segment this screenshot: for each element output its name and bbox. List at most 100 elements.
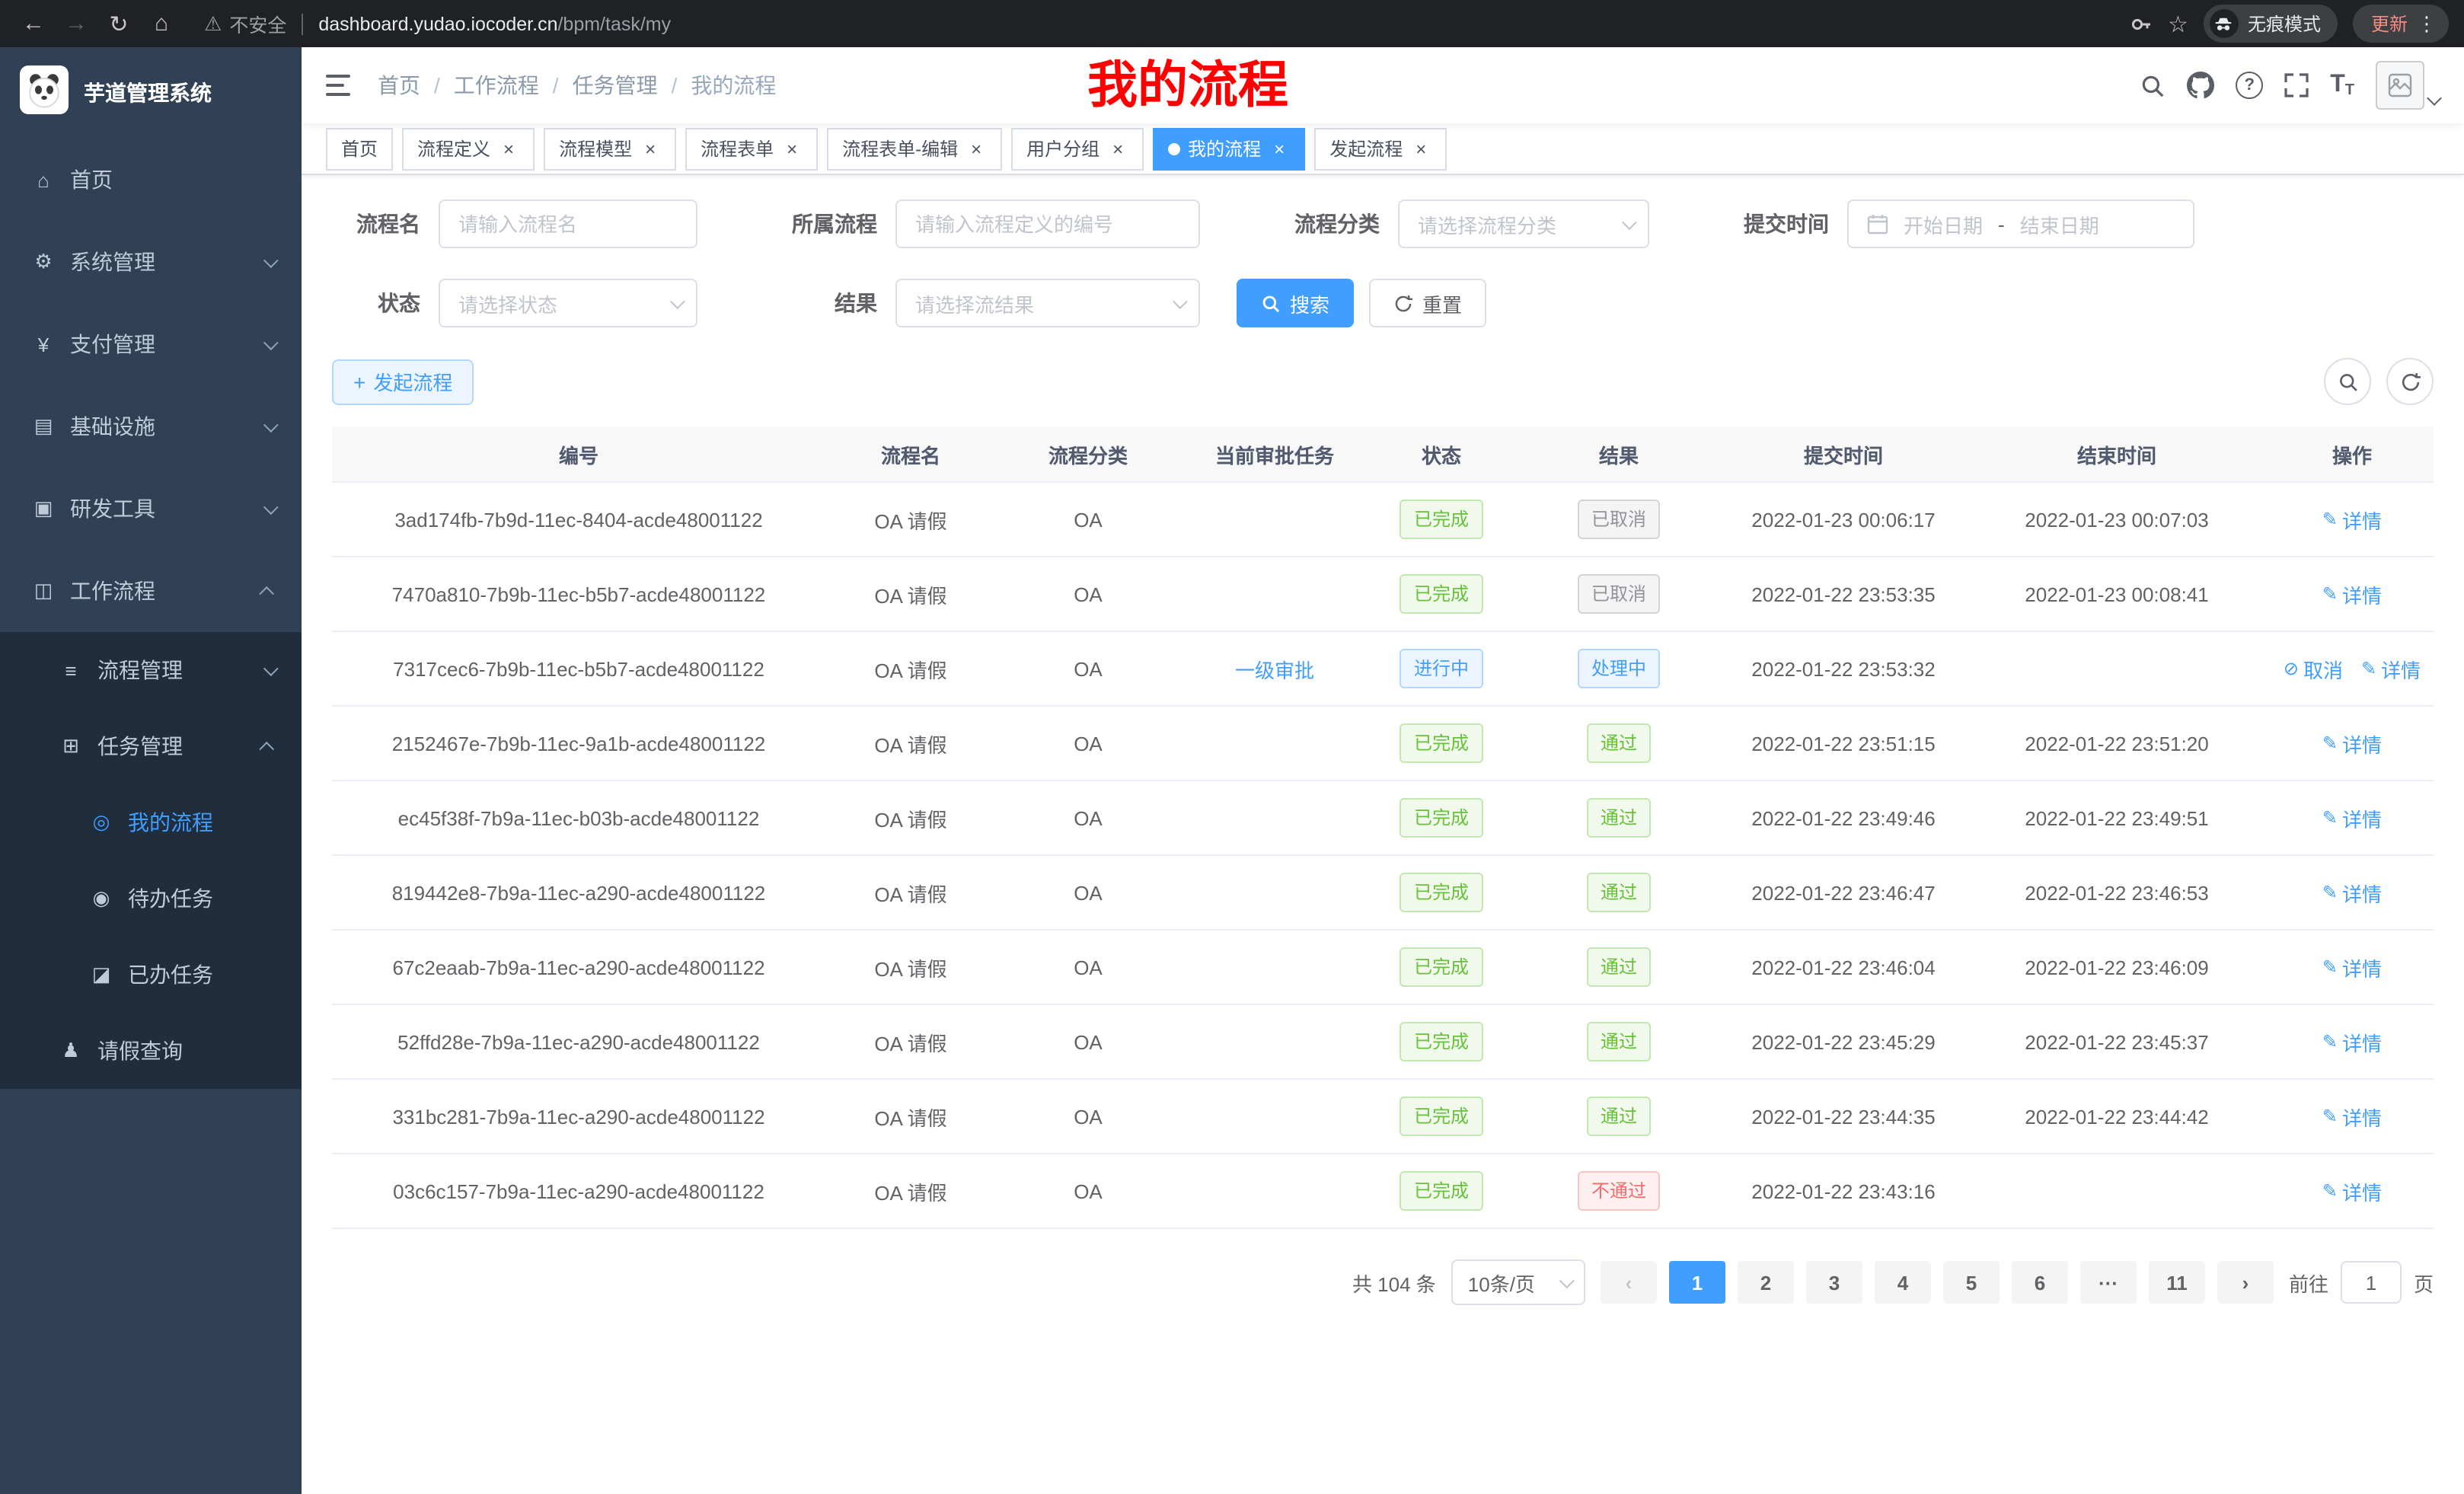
- sidebar-item-done-tasks[interactable]: ◪已办任务: [0, 937, 302, 1013]
- tab-close-icon[interactable]: ×: [1410, 138, 1431, 159]
- tab-process-form[interactable]: 流程表单 ×: [685, 127, 818, 170]
- sidebar-item-infrastructure[interactable]: ▤基础设施: [0, 385, 302, 468]
- page-button-6[interactable]: 6: [2012, 1261, 2068, 1304]
- process-category-cell: OA: [996, 930, 1180, 1004]
- tab-close-icon[interactable]: ×: [965, 138, 987, 159]
- page-button-4[interactable]: 4: [1875, 1261, 1931, 1304]
- help-icon[interactable]: ?: [2236, 72, 2263, 99]
- tab-process-form-edit[interactable]: 流程表单-编辑×: [827, 127, 1002, 170]
- end-time-cell: 2022-01-23 00:08:41: [1963, 557, 2271, 631]
- detail-link[interactable]: ✎详情: [2322, 505, 2382, 534]
- sidebar-item-workflow[interactable]: ◫工作流程: [0, 550, 302, 632]
- github-icon[interactable]: [2187, 72, 2214, 99]
- tab-start-process[interactable]: 发起流程×: [1314, 127, 1447, 170]
- page-button-2[interactable]: 2: [1738, 1261, 1794, 1304]
- reset-button[interactable]: 重置: [1369, 279, 1486, 327]
- current-task-link[interactable]: 一级审批: [1235, 654, 1314, 683]
- sidebar-item-my-process[interactable]: ◎我的流程: [0, 784, 302, 860]
- security-label[interactable]: 不安全: [229, 9, 286, 38]
- bookmark-star-icon[interactable]: ☆: [2168, 10, 2188, 37]
- detail-link[interactable]: ✎详情: [2322, 878, 2382, 907]
- kebab-menu-icon[interactable]: ⋮: [2417, 14, 2437, 34]
- breadcrumb-item[interactable]: 任务管理: [573, 70, 658, 101]
- tab-home[interactable]: 首页: [326, 127, 393, 170]
- url-path[interactable]: /bpm/task/my: [557, 13, 671, 34]
- tab-close-icon[interactable]: ×: [1107, 138, 1128, 159]
- search-icon[interactable]: [2140, 72, 2166, 98]
- prev-page-button[interactable]: ‹: [1601, 1261, 1657, 1304]
- sidebar-item-process-mgmt[interactable]: ≡流程管理: [0, 632, 302, 708]
- detail-link[interactable]: ✎详情: [2361, 654, 2421, 683]
- sidebar-item-task-mgmt[interactable]: ⊞任务管理: [0, 708, 302, 784]
- search-button[interactable]: 搜索: [1237, 279, 1354, 327]
- tab-close-icon[interactable]: ×: [498, 138, 519, 159]
- page-button-11[interactable]: 11: [2149, 1261, 2205, 1304]
- refresh-icon[interactable]: [2386, 358, 2434, 405]
- user-avatar[interactable]: [2376, 61, 2440, 110]
- sidebar-item-leave-query[interactable]: ♟请假查询: [0, 1013, 302, 1089]
- process-name-input[interactable]: [439, 200, 697, 248]
- column-header: 结束时间: [1963, 426, 2271, 482]
- more-pages-button[interactable]: ···: [2080, 1261, 2137, 1304]
- active-tab-dot: [1168, 142, 1180, 155]
- status-select[interactable]: 请选择状态: [439, 279, 697, 327]
- category-select[interactable]: 请选择流程分类: [1398, 200, 1649, 248]
- sidebar-item-todo-tasks[interactable]: ◉待办任务: [0, 860, 302, 937]
- page-size-select[interactable]: 10条/页: [1451, 1259, 1585, 1305]
- sidebar-item-system-mgmt[interactable]: ⚙系统管理: [0, 221, 302, 303]
- fullscreen-icon[interactable]: [2284, 73, 2309, 97]
- tab-close-icon[interactable]: ×: [781, 138, 803, 159]
- detail-link[interactable]: ✎详情: [2322, 729, 2382, 758]
- next-page-button[interactable]: ›: [2217, 1261, 2274, 1304]
- page-button-1[interactable]: 1: [1669, 1261, 1725, 1304]
- goto-page-input[interactable]: [2341, 1261, 2402, 1304]
- submit-time-range[interactable]: 开始日期 - 结束日期: [1847, 200, 2194, 248]
- tab-close-icon[interactable]: ×: [1269, 138, 1290, 159]
- key-icon[interactable]: [2128, 11, 2153, 36]
- detail-link[interactable]: ✎详情: [2322, 1176, 2382, 1205]
- hamburger-icon[interactable]: [326, 73, 353, 97]
- detail-link[interactable]: ✎详情: [2322, 1102, 2382, 1131]
- tab-process-definition[interactable]: 流程定义×: [402, 127, 535, 170]
- filter-category: 流程分类 请选择流程分类: [1261, 200, 1649, 248]
- detail-link[interactable]: ✎详情: [2322, 953, 2382, 982]
- tab-process-model[interactable]: 流程模型×: [544, 127, 676, 170]
- url-host[interactable]: dashboard.yudao.iocoder.cn: [318, 13, 557, 34]
- browser-home-icon[interactable]: ⌂: [143, 5, 180, 42]
- font-size-icon[interactable]: TT: [2330, 72, 2354, 99]
- sidebar-item-home[interactable]: ⌂首页: [0, 139, 302, 221]
- browser-menu-button[interactable]: 更新 ⋮: [2353, 5, 2449, 43]
- breadcrumb-item[interactable]: 首页: [378, 70, 420, 101]
- detail-link[interactable]: ✎详情: [2322, 803, 2382, 832]
- address-bar[interactable]: ⚠ 不安全 dashboard.yudao.iocoder.cn/bpm/tas…: [204, 9, 671, 38]
- page-button-3[interactable]: 3: [1806, 1261, 1862, 1304]
- actions-cell: ✎详情: [2271, 1079, 2434, 1154]
- reload-icon[interactable]: ↻: [101, 5, 137, 42]
- cancel-link[interactable]: ⊘取消: [2284, 654, 2343, 683]
- detail-link[interactable]: ✎详情: [2322, 1027, 2382, 1056]
- process-id-cell: 67c2eaab-7b9a-11ec-a290-acde48001122: [332, 930, 825, 1004]
- page-button-5[interactable]: 5: [1943, 1261, 2000, 1304]
- update-label[interactable]: 更新: [2371, 11, 2408, 37]
- app-logo[interactable]: 芋道管理系统: [0, 47, 302, 139]
- tab-user-group[interactable]: 用户分组×: [1011, 127, 1144, 170]
- tab-label: 流程表单: [701, 136, 774, 161]
- process-definition-input[interactable]: [895, 200, 1200, 248]
- process-name-label: 流程名: [332, 209, 439, 239]
- process-id-cell: 819442e8-7b9a-11ec-a290-acde48001122: [332, 855, 825, 930]
- back-icon[interactable]: ←: [15, 5, 52, 42]
- breadcrumb-item[interactable]: 工作流程: [454, 70, 539, 101]
- sidebar-item-dev-tools[interactable]: ▣研发工具: [0, 468, 302, 550]
- forward-icon[interactable]: →: [58, 5, 94, 42]
- sidebar-item-payment-mgmt[interactable]: ¥支付管理: [0, 303, 302, 385]
- create-process-button[interactable]: + 发起流程: [332, 359, 474, 404]
- detail-link[interactable]: ✎详情: [2322, 579, 2382, 608]
- status-cell: 已完成: [1369, 557, 1514, 631]
- toggle-search-icon[interactable]: [2324, 358, 2371, 405]
- tab-close-icon[interactable]: ×: [640, 138, 661, 159]
- tab-my-process[interactable]: 我的流程×: [1153, 127, 1305, 170]
- result-select[interactable]: 请选择流结果: [895, 279, 1200, 327]
- process-name-cell: OA 请假: [825, 1004, 996, 1079]
- end-date-placeholder[interactable]: 结束日期: [2020, 209, 2099, 238]
- start-date-placeholder[interactable]: 开始日期: [1904, 209, 1983, 238]
